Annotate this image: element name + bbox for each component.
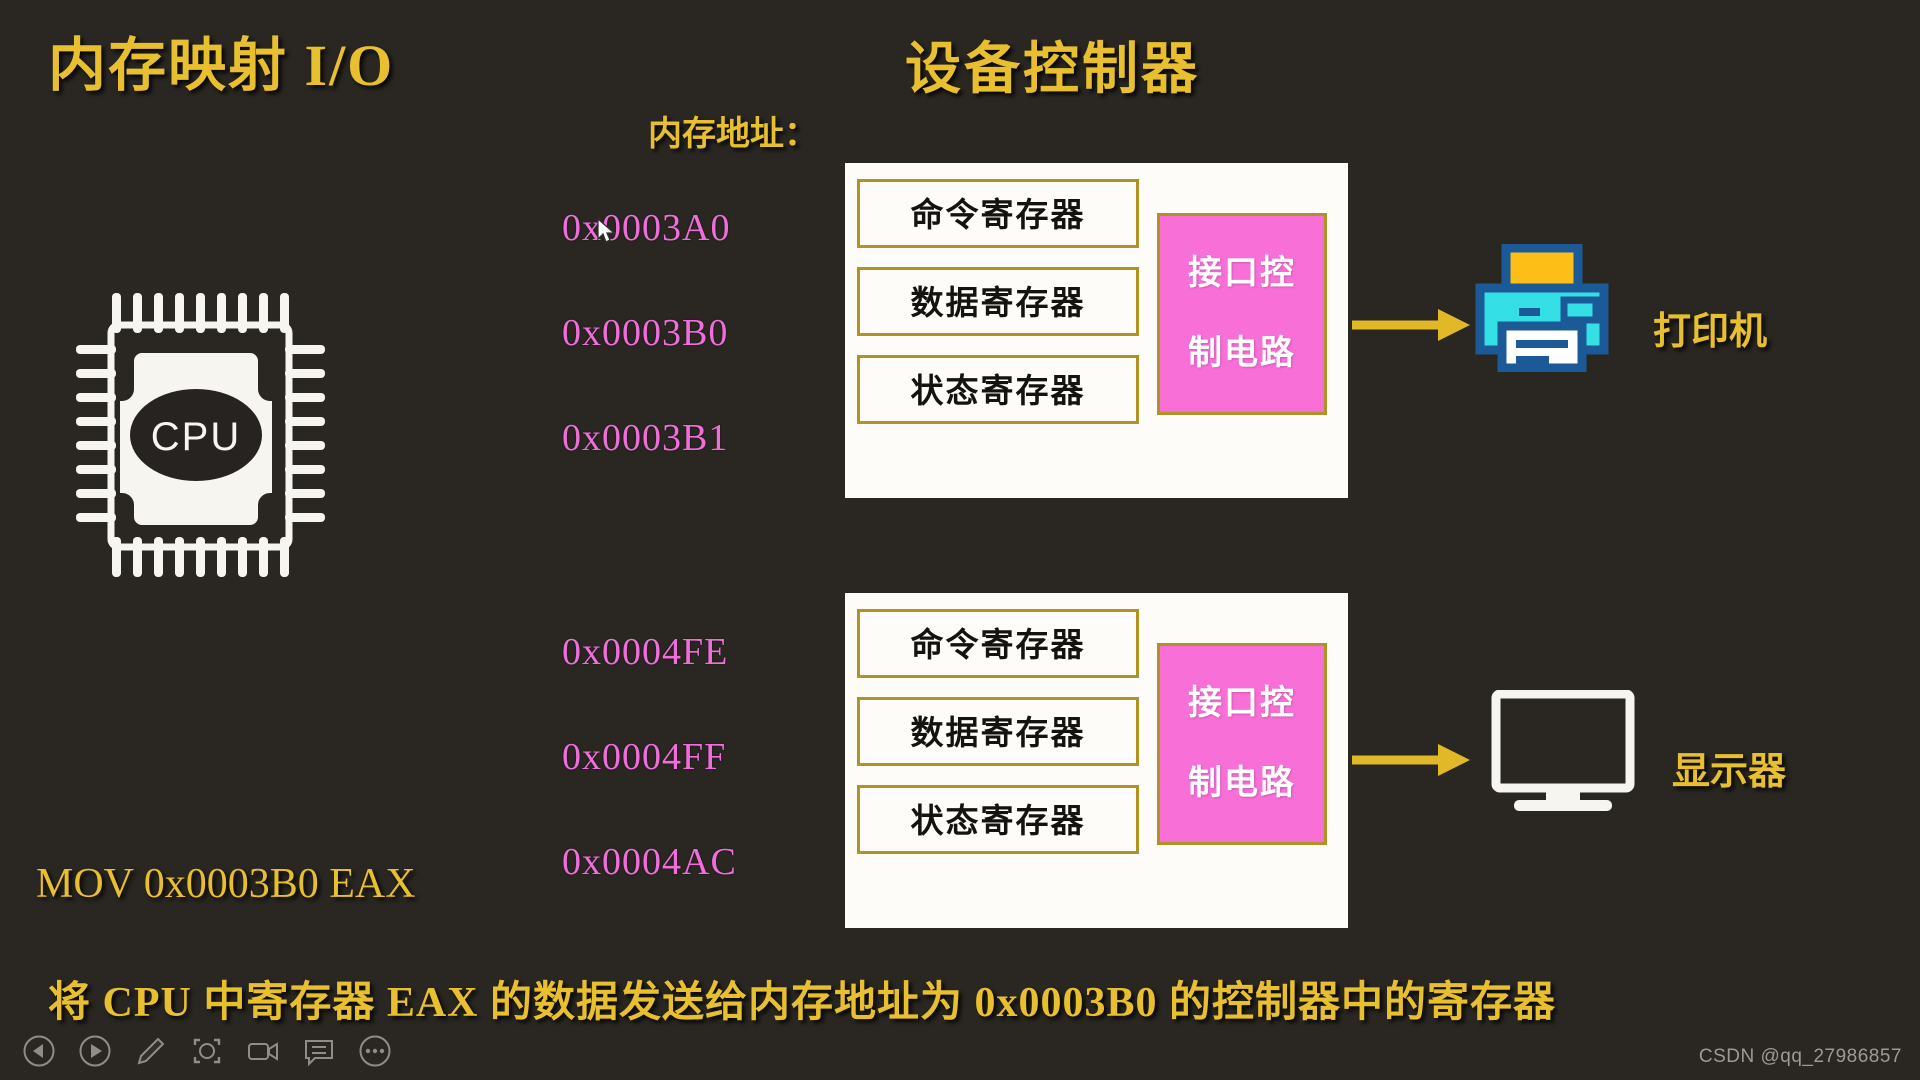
memory-address-label: 内存地址： xyxy=(648,116,818,153)
status-register-box: 状态寄存器 xyxy=(857,355,1139,424)
device-controller-title: 设备控制器 xyxy=(905,39,1200,101)
printer-interface-circuit-box: 接口控 制电路 xyxy=(1157,213,1327,415)
interface-line-1: 接口控 xyxy=(1188,684,1296,722)
printer-label: 打印机 xyxy=(1653,311,1768,353)
monitor-label: 显示器 xyxy=(1672,751,1787,793)
address-0: 0x0003A0 xyxy=(562,207,731,249)
address-3: 0x0004FE xyxy=(562,631,729,673)
video-camera-icon[interactable] xyxy=(246,1034,280,1068)
monitor-interface-circuit-box: 接口控 制电路 xyxy=(1157,643,1327,845)
interface-line-2: 制电路 xyxy=(1188,765,1296,803)
address-5: 0x0004AC xyxy=(562,841,737,883)
focus-frame-icon[interactable] xyxy=(190,1034,224,1068)
prev-circle-icon[interactable] xyxy=(22,1034,56,1068)
mouse-cursor xyxy=(597,217,617,251)
address-2: 0x0003B1 xyxy=(562,417,729,459)
watermark: CSDN @qq_27986857 xyxy=(1698,1046,1902,1067)
status-register-box: 状态寄存器 xyxy=(857,785,1139,854)
interface-line-1: 接口控 xyxy=(1188,254,1296,292)
printer-icon xyxy=(1472,243,1612,377)
command-register-box: 命令寄存器 xyxy=(857,179,1139,248)
more-dots-icon[interactable] xyxy=(358,1034,392,1068)
monitor-register-column: 命令寄存器 数据寄存器 状态寄存器 xyxy=(857,609,1139,873)
page-title: 内存映射 I/O xyxy=(48,33,395,98)
address-4: 0x0004FF xyxy=(562,736,727,778)
printer-register-column: 命令寄存器 数据寄存器 状态寄存器 xyxy=(857,179,1139,443)
command-register-box: 命令寄存器 xyxy=(857,609,1139,678)
monitor-icon xyxy=(1488,689,1638,821)
address-1: 0x0003B0 xyxy=(562,312,729,354)
printer-arrow xyxy=(1352,305,1472,350)
interface-line-2: 制电路 xyxy=(1188,335,1296,373)
monitor-controller-panel: 命令寄存器 数据寄存器 状态寄存器 接口控 制电路 xyxy=(845,593,1348,928)
pencil-icon[interactable] xyxy=(134,1034,168,1068)
comment-bubble-icon[interactable] xyxy=(302,1034,336,1068)
cpu-chip-graphic: CPU xyxy=(70,285,330,590)
data-register-box: 数据寄存器 xyxy=(857,697,1139,766)
data-register-box: 数据寄存器 xyxy=(857,267,1139,336)
cpu-label: CPU xyxy=(151,415,241,459)
play-circle-icon[interactable] xyxy=(78,1034,112,1068)
player-toolbar[interactable] xyxy=(22,1034,392,1068)
printer-controller-panel: 命令寄存器 数据寄存器 状态寄存器 接口控 制电路 xyxy=(845,163,1348,498)
mov-instruction: MOV 0x0003B0 EAX xyxy=(36,861,416,907)
monitor-arrow xyxy=(1352,740,1472,785)
slide-caption: 将 CPU 中寄存器 EAX 的数据发送给内存地址为 0x0003B0 的控制器… xyxy=(48,980,1557,1026)
slide-canvas: 内存映射 I/O 设备控制器 内存地址： CPU 0x0003A0 0x0003… xyxy=(0,0,1920,1080)
